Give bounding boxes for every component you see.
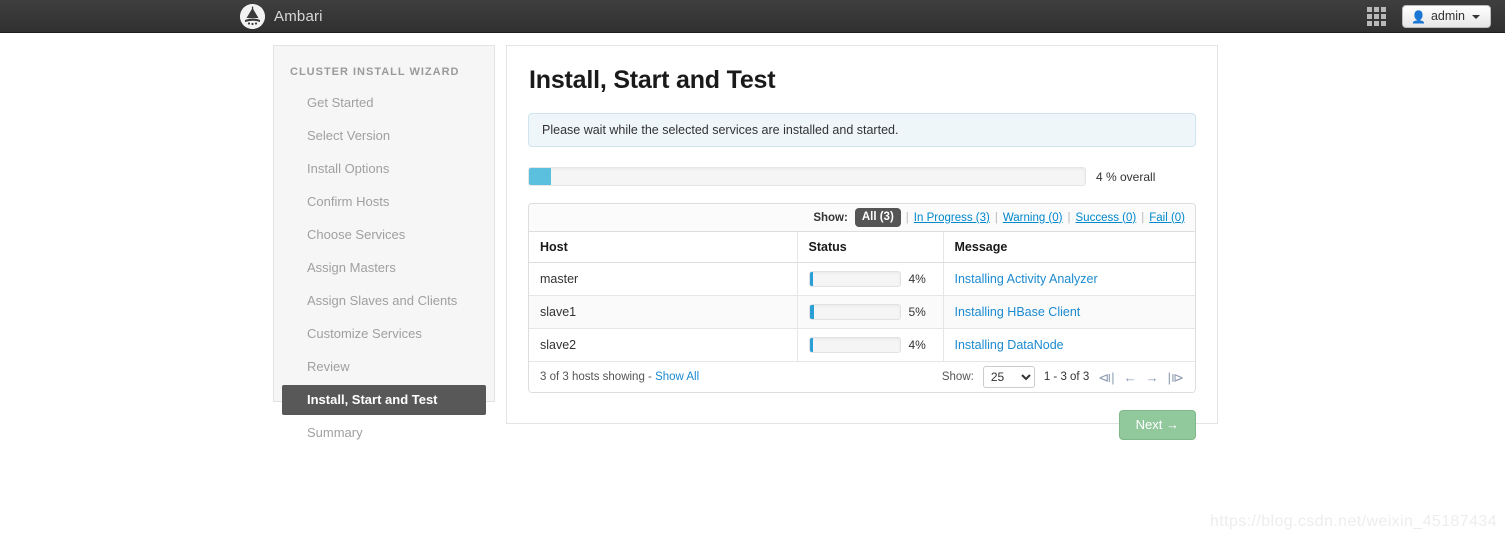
cluster-install-wizard-sidebar: CLUSTER INSTALL WIZARD Get Started Selec… [273,45,495,440]
sidebar-item-assign-slaves-and-clients[interactable]: Assign Slaves and Clients [282,286,486,316]
sidebar-item-summary[interactable]: Summary [282,418,486,448]
brand-area[interactable]: Ambari [240,0,323,33]
table-footer: 3 of 3 hosts showing - Show All Show: 10… [529,362,1195,392]
sidebar-item-get-started[interactable]: Get Started [282,88,486,118]
filter-show-label: Show: [813,211,848,224]
row-progress-wrap: 5% [808,304,943,320]
filter-separator-3: | [1067,211,1071,224]
hosts-showing-text: 3 of 3 hosts showing - Show All [540,371,942,383]
sidebar-item-review[interactable]: Review [282,352,486,382]
row-progress-bar [808,337,901,353]
hosts-table-head: Host Status Message [529,232,1195,263]
cell-message: Installing DataNode [943,328,1195,362]
overall-progress-label: 4 % overall [1096,169,1156,184]
main-content-panel: Install, Start and Test Please wait whil… [506,45,1218,441]
page-last-icon[interactable]: |⧐ [1168,371,1184,384]
sidebar-item-customize-services[interactable]: Customize Services [282,319,486,349]
filter-fail[interactable]: Fail (0) [1149,212,1185,224]
top-navbar: Ambari 👤 admin [0,0,1505,33]
page-first-icon[interactable]: ⧏| [1098,371,1114,384]
pagination-group: Show: 102550100 1 - 3 of 3 ⧏| ← → |⧐ [942,366,1184,388]
page-size-label: Show: [941,371,974,383]
sidebar-item-install-options[interactable]: Install Options [282,154,486,184]
message-link[interactable]: Installing DataNode [955,338,1064,352]
admin-label: admin [1430,9,1465,24]
watermark-text: https://blog.csdn.net/weixin_45187434 [1210,513,1497,530]
sidebar-item-select-version[interactable]: Select Version [282,121,486,151]
row-progress-wrap: 4% [808,271,943,287]
overall-progress-bar [528,167,1086,186]
hosts-table-body: master 4% Installing Activity Analyzer s… [529,262,1195,362]
hosts-table: Host Status Message master 4% Installing… [529,232,1195,362]
filter-separator-4: | [1141,211,1145,224]
column-header-message[interactable]: Message [943,232,1195,263]
cell-host: slave1 [529,295,798,329]
row-progress-fill [809,338,814,352]
overall-progress-fill [529,168,552,185]
row-progress-bar [808,271,901,287]
row-percent-label: 4% [908,338,926,352]
sidebar-item-choose-services[interactable]: Choose Services [282,220,486,250]
overall-progress-row: 4 % overall [528,167,1196,186]
row-progress-fill [809,305,814,319]
next-button[interactable]: Next → [1118,410,1196,441]
row-progress-wrap: 4% [808,337,943,353]
status-filter-bar: Show: All (3) | In Progress (3) | Warnin… [529,204,1195,232]
chevron-down-icon [1472,14,1480,19]
row-percent-label: 5% [908,305,926,319]
page-title: Install, Start and Test [529,66,776,94]
brand-label: Ambari [274,8,323,25]
page-prev-icon[interactable]: ← [1124,371,1137,384]
filter-in-progress[interactable]: In Progress (3) [914,212,990,224]
filter-success[interactable]: Success (0) [1076,212,1137,224]
table-header-row: Host Status Message [529,232,1195,263]
ambari-logo-icon [240,4,265,29]
cell-host: master [529,262,798,296]
info-alert: Please wait while the selected services … [528,113,1196,147]
show-all-link[interactable]: Show All [655,371,699,383]
cell-status: 5% [797,295,944,329]
sidebar-title: CLUSTER INSTALL WIZARD [290,66,460,78]
filter-separator-2: | [994,211,998,224]
column-header-status[interactable]: Status [797,232,944,263]
filter-separator-1: | [905,211,909,224]
page-range-label: 1 - 3 of 3 [1043,371,1090,383]
page-next-icon[interactable]: → [1146,371,1159,384]
message-link[interactable]: Installing Activity Analyzer [955,272,1098,286]
message-link[interactable]: Installing HBase Client [955,305,1081,319]
pager-controls: ⧏| ← → |⧐ [1098,371,1184,384]
sidebar-item-assign-masters[interactable]: Assign Masters [282,253,486,283]
row-progress-bar [808,304,901,320]
grid-apps-icon[interactable] [1367,7,1386,26]
cell-message: Installing HBase Client [943,295,1195,329]
filter-all[interactable]: All (3) [854,208,901,227]
column-header-host[interactable]: Host [529,232,798,263]
cell-status: 4% [797,328,944,362]
row-progress-fill [809,272,814,286]
sidebar-item-confirm-hosts[interactable]: Confirm Hosts [282,187,486,217]
cell-host: slave2 [529,328,798,362]
showing-count-label: 3 of 3 hosts showing - [540,371,656,383]
admin-menu-button[interactable]: 👤 admin [1402,5,1491,28]
table-row[interactable]: slave1 5% Installing HBase Client [529,295,1195,329]
sidebar-item-install-start-and-test[interactable]: Install, Start and Test [282,385,486,415]
next-button-row: Next → [528,410,1196,441]
page-size-select[interactable]: 102550100 [982,366,1035,388]
row-percent-label: 4% [908,272,926,286]
table-row[interactable]: slave2 4% Installing DataNode [529,328,1195,362]
filter-warning[interactable]: Warning (0) [1003,212,1063,224]
hosts-table-box: Show: All (3) | In Progress (3) | Warnin… [528,203,1196,393]
table-row[interactable]: master 4% Installing Activity Analyzer [529,262,1195,296]
cell-message: Installing Activity Analyzer [943,262,1195,296]
navbar-right-group: 👤 admin [1367,0,1491,33]
cell-status: 4% [797,262,944,296]
user-icon: 👤 [1411,9,1426,24]
